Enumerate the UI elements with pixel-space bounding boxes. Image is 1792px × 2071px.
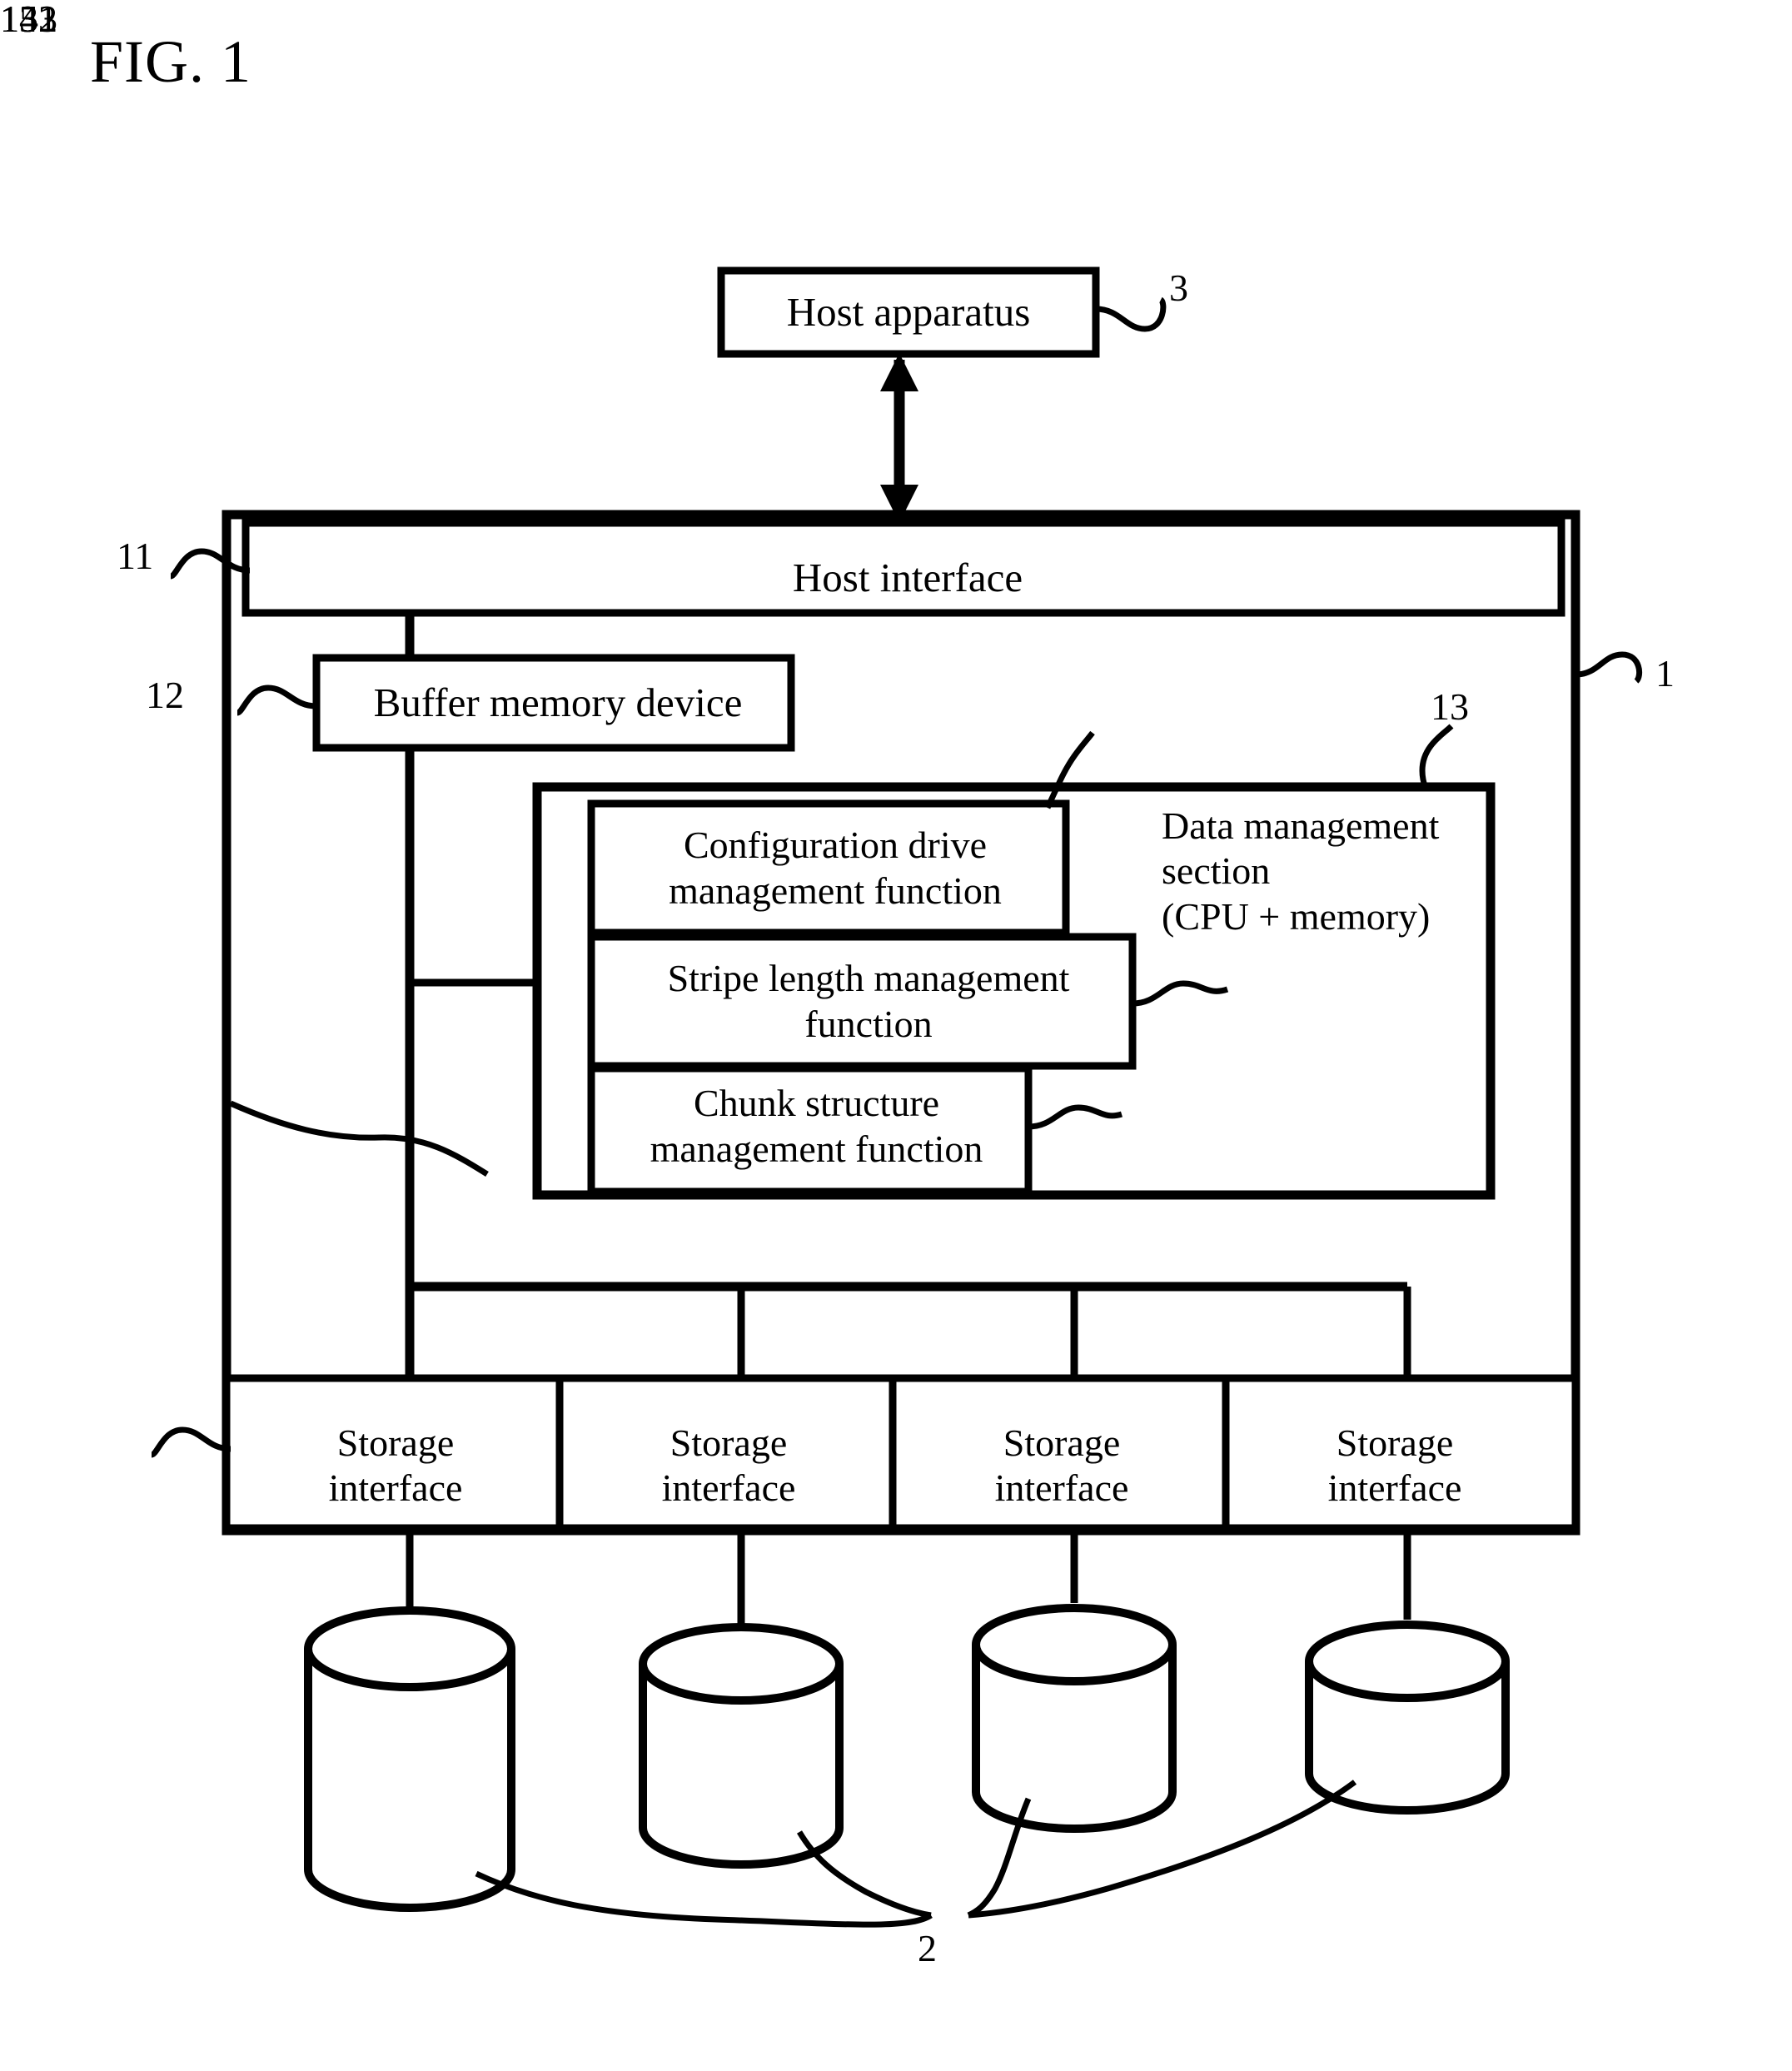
reference-numeral-12: 12	[146, 674, 184, 716]
reference-numeral-13: 13	[1431, 685, 1469, 728]
storage-drive-cylinder-3	[972, 1604, 1177, 1833]
host-interface-box	[241, 519, 1566, 617]
leader-line-1	[1575, 651, 1642, 684]
leader-line-2a	[475, 1870, 933, 1928]
leader-line-12	[236, 685, 317, 716]
storage-interface-box-4	[1222, 1374, 1580, 1532]
leader-line-15	[229, 1100, 489, 1177]
reference-numeral-11: 11	[117, 535, 154, 577]
reference-numeral-2: 2	[918, 1927, 937, 1969]
leader-line-11	[169, 548, 251, 580]
storage-drive-cylinder-1	[304, 1606, 515, 1912]
storage-interface-box-1	[222, 1374, 564, 1532]
leader-line-14	[150, 1426, 231, 1458]
storage-drive-cylinder-4	[1305, 1620, 1510, 1815]
storage-drive-cylinder-2	[639, 1623, 844, 1869]
host-link-arrow-up	[880, 353, 918, 391]
reference-numeral-1: 1	[1655, 652, 1675, 694]
storage-interface-box-2	[555, 1374, 897, 1532]
storage-interface-box-3	[889, 1374, 1230, 1532]
configuration-drive-management-function-box	[587, 799, 1070, 937]
chunk-structure-management-function-box	[587, 1064, 1033, 1196]
leader-line-13	[1419, 724, 1454, 790]
reference-numeral-133: 133	[0, 0, 57, 40]
diagram-canvas	[150, 266, 1642, 1928]
leader-line-3	[1095, 296, 1167, 332]
reference-numeral-3: 3	[1169, 266, 1188, 309]
host-apparatus-box	[717, 266, 1100, 358]
stripe-length-management-function-box	[587, 933, 1137, 1070]
buffer-memory-device-box	[312, 654, 795, 752]
figure-root: FIG. 1 Host apparatus Host interface Buf…	[0, 0, 1792, 2071]
